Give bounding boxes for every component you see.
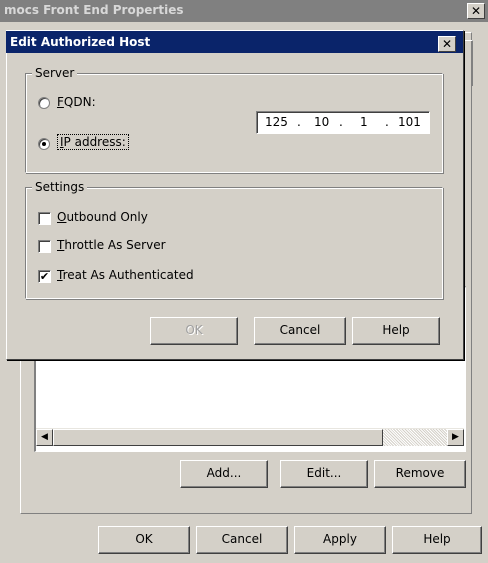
outbound-only-checkbox[interactable] bbox=[38, 212, 51, 225]
fqdn-radio[interactable] bbox=[38, 97, 50, 109]
dialog-cancel-button[interactable]: Cancel bbox=[254, 317, 346, 345]
outbound-only-label-text: utbound Only bbox=[66, 210, 148, 224]
close-icon: ✕ bbox=[470, 4, 482, 18]
ip-octet-2[interactable]: 10 bbox=[314, 115, 329, 129]
server-group-label: Server bbox=[32, 66, 78, 80]
properties-ok-button[interactable]: OK bbox=[98, 526, 190, 554]
ip-dot-2: . bbox=[339, 115, 343, 129]
throttle-as-server-checkbox[interactable] bbox=[38, 240, 51, 253]
arrow-right-icon: ▶ bbox=[452, 432, 459, 442]
ip-octet-3[interactable]: 1 bbox=[360, 115, 368, 129]
scroll-track[interactable] bbox=[383, 429, 447, 446]
settings-group-label: Settings bbox=[32, 180, 88, 194]
close-icon: ✕ bbox=[441, 37, 453, 51]
dialog-ok-button[interactable]: OK bbox=[150, 317, 238, 345]
ip-address-label[interactable]: IP address: bbox=[57, 134, 129, 150]
throttle-as-server-label[interactable]: Throttle As Server bbox=[57, 238, 166, 252]
dialog-close-button[interactable]: ✕ bbox=[438, 36, 456, 52]
add-button[interactable]: Add... bbox=[180, 460, 268, 488]
fqdn-label[interactable]: FQDN: bbox=[57, 95, 96, 109]
fqdn-label-text: QDN: bbox=[63, 95, 96, 109]
remove-button[interactable]: Remove bbox=[374, 460, 466, 488]
ip-label-text: P address: bbox=[63, 135, 126, 149]
scroll-right-button[interactable]: ▶ bbox=[447, 429, 464, 446]
dialog-help-button[interactable]: Help bbox=[352, 317, 440, 345]
edit-button[interactable]: Edit... bbox=[280, 460, 368, 488]
throttle-label-text: hrottle As Server bbox=[64, 238, 166, 252]
properties-help-button[interactable]: Help bbox=[392, 526, 482, 554]
treat-as-authenticated-checkbox[interactable]: ✔ bbox=[38, 270, 51, 283]
ip-octet-1[interactable]: 125 bbox=[265, 115, 288, 129]
treat-label-text: reat As Authenticated bbox=[62, 268, 194, 282]
arrow-left-icon: ◀ bbox=[41, 432, 48, 442]
properties-cancel-button[interactable]: Cancel bbox=[196, 526, 288, 554]
properties-close-button[interactable]: ✕ bbox=[467, 3, 485, 19]
ip-dot-1: . bbox=[297, 115, 301, 129]
ip-address-radio[interactable] bbox=[38, 138, 50, 150]
ip-dot-3: . bbox=[385, 115, 389, 129]
properties-title: mocs Front End Properties bbox=[4, 3, 184, 17]
properties-apply-button[interactable]: Apply bbox=[294, 526, 386, 554]
scroll-thumb[interactable] bbox=[53, 429, 383, 446]
ip-octet-4[interactable]: 101 bbox=[398, 115, 421, 129]
scroll-left-button[interactable]: ◀ bbox=[36, 429, 53, 446]
treat-as-authenticated-label[interactable]: Treat As Authenticated bbox=[57, 268, 194, 282]
dialog-title: Edit Authorized Host bbox=[10, 35, 151, 49]
outbound-only-label[interactable]: Outbound Only bbox=[57, 210, 148, 224]
check-icon: ✔ bbox=[39, 270, 50, 283]
